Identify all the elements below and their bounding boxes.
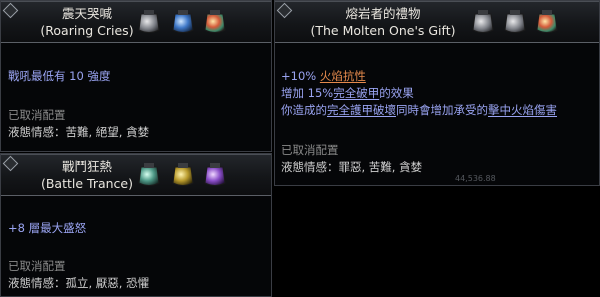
effect-line: 戰吼最低有 10 強度 [8,69,111,83]
tooltip-header: 熔岩者的禮物 (The Molten One's Gift) [275,1,599,43]
oil-icon-amber [172,163,194,186]
corner-ornament-icon [2,155,19,172]
effect-text: 同時會增加承受的 [396,103,488,117]
oil-icon-opal [204,10,226,33]
corner-ornament-icon [276,2,293,19]
roaring-cries-tooltip: 震天哭喊 (Roaring Cries) 戰吼最低有 10 強度 已取消配置 液… [0,0,272,152]
oil-icon-opal [536,10,558,33]
keyword-fire-resistance: 火焰抗性 [319,69,366,83]
tooltip-header: 戰鬥狂熱 (Battle Trance) [1,154,271,196]
passive-name-en: (The Molten One's Gift) [310,23,456,38]
keyword-fire-hit-damage: 擊中火焰傷害 [488,103,557,117]
effect-line-fire-damage-taken: 你造成的完全護甲破壞同時會增加承受的擊中火焰傷害 [281,102,557,119]
effect-line-fully-broken-armour: 增加 15%完全破甲的效果 [281,85,414,102]
oil-icon-silver [138,10,160,33]
oil-icon-azure [172,10,194,33]
flavor-text: 液態情感：罪惡, 苦難, 貪婪 [281,160,423,174]
oil-icon-violet [204,163,226,186]
effect-text: 增加 15% [281,86,334,100]
passive-name-en: (Battle Trance) [40,176,133,191]
background-number: 44,536.88 [455,174,496,183]
keyword-full-armour-break: 完全護甲破壞 [327,103,396,117]
effect-line-fire-resistance: +10% 火焰抗性 [281,68,366,85]
corner-ornament-icon [2,2,19,19]
effect-text: 你造成的 [281,103,327,117]
status-text: 已取消配置 [8,259,66,273]
battle-trance-tooltip: 戰鬥狂熱 (Battle Trance) +8 層最大盛怒 已取消配置 液態情感… [0,153,272,297]
passive-name-cn: 震天哭喊 [61,6,112,21]
passive-name-en: (Roaring Cries) [40,23,134,38]
flavor-text: 液態情感：苦難, 絕望, 貪婪 [8,125,150,139]
oil-icon-teal [138,163,160,186]
status-text: 已取消配置 [8,108,66,122]
molten-ones-gift-tooltip: 熔岩者的禮物 (The Molten One's Gift) +10% 火焰抗性… [274,0,600,186]
keyword-fully-broken-armour: 完全破甲 [333,86,380,100]
status-text: 已取消配置 [281,143,339,157]
oil-icon-silver [504,10,526,33]
flavor-text: 液態情感：孤立, 厭惡, 恐懼 [8,276,150,290]
passive-name-cn: 戰鬥狂熱 [61,159,112,174]
effect-line: +8 層最大盛怒 [8,221,87,235]
tooltip-header: 震天哭喊 (Roaring Cries) [1,1,271,43]
passive-name-cn: 熔岩者的禮物 [345,6,421,21]
effect-text: 的效果 [379,86,414,100]
oil-icon-silver [472,10,494,33]
effect-prefix: +10% [281,69,320,83]
